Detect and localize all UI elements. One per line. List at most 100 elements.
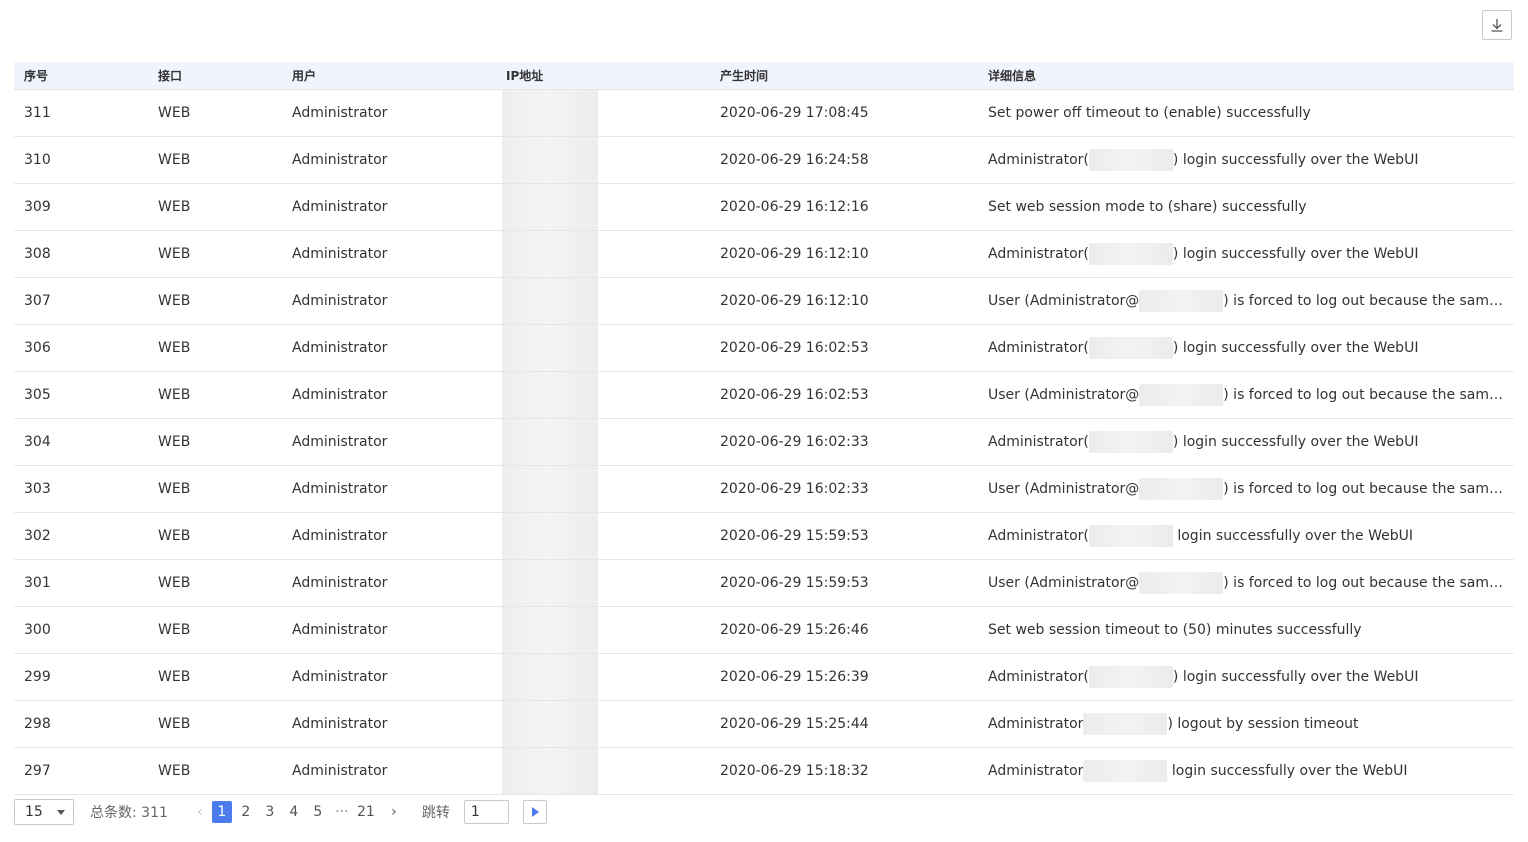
- table-row: 301 WEB Administrator 2020-06-29 15:59:53 Us…: [14, 559, 1514, 607]
- cell-user: Administrator: [282, 324, 496, 372]
- cell-ip: [496, 512, 710, 560]
- detail-text: Administrator ) logout by session timeout: [988, 712, 1504, 735]
- column-header-interface: 接口: [148, 62, 282, 90]
- table-row: 298 WEB Administrator 2020-06-29 15:25:44 Ad…: [14, 700, 1514, 748]
- detail-suffix: ) login successfully over the WebUI: [1172, 339, 1419, 356]
- cell-user: Administrator: [282, 700, 496, 748]
- detail-suffix: ) login successfully over the WebUI: [1172, 668, 1419, 685]
- table-header-row: 序号 接口 用户 IP地址 产生时间 详细信息: [14, 62, 1514, 90]
- detail-text: User (Administrator@ ) is forced to log o…: [988, 289, 1504, 312]
- table-row: 307 WEB Administrator 2020-06-29 16:12:10 Us…: [14, 277, 1514, 325]
- cell-user: Administrator: [282, 512, 496, 560]
- detail-text: Administrator() login successfully over …: [988, 148, 1504, 171]
- cell-index: 311: [14, 89, 148, 137]
- cell-ip: [496, 418, 710, 466]
- cell-time: 2020-06-29 16:02:53: [710, 371, 978, 419]
- detail-text: Administrator() login successfully over …: [988, 242, 1504, 265]
- redacted-address: [1139, 571, 1224, 594]
- detail-text: User (Administrator@) is forced to log o…: [988, 477, 1504, 500]
- detail-prefix: Set web session timeout to (50) minutes …: [988, 621, 1362, 638]
- chevron-left-icon[interactable]: ‹: [192, 804, 208, 820]
- caret-down-icon: [57, 809, 65, 815]
- cell-index: 299: [14, 653, 148, 701]
- detail-suffix: ) login successfully over the WebUI: [1172, 433, 1419, 450]
- detail-text: Set power off timeout to (enable) succes…: [988, 105, 1504, 121]
- detail-suffix: ) is forced to log out because the same …: [1223, 292, 1504, 309]
- cell-interface: WEB: [148, 418, 282, 466]
- detail-suffix: login successfully over the WebUI: [1167, 762, 1408, 779]
- cell-detail: Set web session mode to (share) successf…: [978, 183, 1514, 231]
- table-row: 304 WEB Administrator 2020-06-29 16:02:33 Ad…: [14, 418, 1514, 466]
- redacted-ip: [502, 512, 598, 558]
- detail-suffix: ) logout by session timeout: [1167, 715, 1359, 732]
- page-list: 1 2 3 4 5 ··· 21: [211, 801, 380, 823]
- detail-prefix: Administrator: [988, 715, 1084, 732]
- redacted-ip: [502, 700, 598, 746]
- cell-time: 2020-06-29 17:08:45: [710, 89, 978, 137]
- detail-prefix: Administrator(: [988, 527, 1089, 544]
- cell-time: 2020-06-29 16:02:33: [710, 465, 978, 513]
- cell-interface: WEB: [148, 183, 282, 231]
- redacted-ip: [502, 371, 598, 417]
- cell-interface: WEB: [148, 277, 282, 325]
- page-size-select[interactable]: 15: [14, 799, 74, 825]
- cell-user: Administrator: [282, 465, 496, 513]
- cell-index: 297: [14, 747, 148, 795]
- detail-text: Administrator( login successfully over t…: [988, 524, 1504, 547]
- detail-suffix: ) is forced to log out because the same …: [1223, 386, 1504, 403]
- detail-prefix: User (Administrator@: [988, 292, 1140, 309]
- redacted-ip: [502, 465, 598, 511]
- redacted-address: [1139, 383, 1224, 406]
- chevron-right-icon[interactable]: ›: [386, 804, 402, 820]
- column-header-ip: IP地址: [496, 62, 710, 90]
- page-button[interactable]: 3: [260, 801, 280, 823]
- total-count: 总条数: 311: [90, 805, 168, 821]
- cell-interface: WEB: [148, 89, 282, 137]
- cell-user: Administrator: [282, 606, 496, 654]
- detail-text: Set web session mode to (share) successf…: [988, 199, 1504, 215]
- cell-time: 2020-06-29 15:26:46: [710, 606, 978, 654]
- cell-user: Administrator: [282, 747, 496, 795]
- cell-interface: WEB: [148, 465, 282, 513]
- detail-text: User (Administrator@) is forced to log o…: [988, 571, 1504, 594]
- detail-prefix: User (Administrator@: [988, 480, 1140, 497]
- cell-index: 300: [14, 606, 148, 654]
- cell-index: 309: [14, 183, 148, 231]
- jump-go-button[interactable]: [522, 800, 547, 824]
- cell-time: 2020-06-29 16:02:33: [710, 418, 978, 466]
- redacted-ip: [502, 559, 598, 605]
- cell-interface: WEB: [148, 700, 282, 748]
- column-header-index: 序号: [14, 62, 148, 90]
- page-button[interactable]: 5: [308, 801, 328, 823]
- detail-prefix: Administrator: [988, 762, 1084, 779]
- cell-user: Administrator: [282, 89, 496, 137]
- cell-index: 310: [14, 136, 148, 184]
- detail-text: Administrator login successfully over th…: [988, 759, 1504, 782]
- redacted-address: [1088, 665, 1173, 688]
- cell-ip: [496, 183, 710, 231]
- cell-detail: Administrator() login successfully over …: [978, 136, 1514, 184]
- jump-page-input[interactable]: [463, 800, 509, 824]
- cell-user: Administrator: [282, 136, 496, 184]
- cell-user: Administrator: [282, 277, 496, 325]
- operation-log-page: 序号 接口 用户 IP地址 产生时间 详细信息 311 WEB Administra…: [0, 0, 1528, 842]
- redacted-address: [1088, 430, 1173, 453]
- cell-detail: Administrator() login successfully over …: [978, 230, 1514, 278]
- redacted-ip: [502, 418, 598, 464]
- cell-ip: [496, 230, 710, 278]
- page-button[interactable]: 4: [284, 801, 304, 823]
- cell-index: 304: [14, 418, 148, 466]
- cell-ip: [496, 559, 710, 607]
- cell-index: 301: [14, 559, 148, 607]
- page-button[interactable]: 1: [211, 801, 232, 823]
- cell-time: 2020-06-29 15:59:53: [710, 559, 978, 607]
- download-button[interactable]: [1482, 10, 1512, 40]
- cell-interface: WEB: [148, 512, 282, 560]
- page-size-value: 15: [25, 804, 43, 820]
- cell-interface: WEB: [148, 230, 282, 278]
- page-button[interactable]: 2: [236, 801, 256, 823]
- cell-index: 306: [14, 324, 148, 372]
- page-button[interactable]: 21: [356, 801, 376, 823]
- cell-index: 307: [14, 277, 148, 325]
- cell-detail: Set web session timeout to (50) minutes …: [978, 606, 1514, 654]
